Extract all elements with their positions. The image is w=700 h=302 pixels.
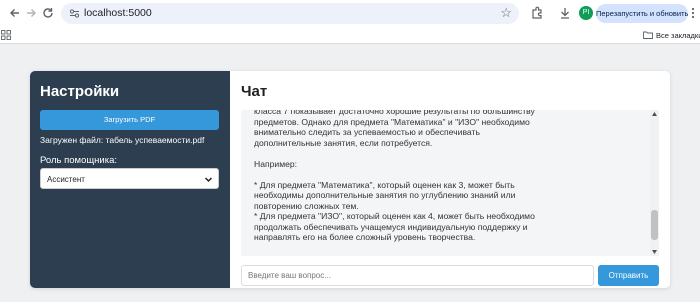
assistant-role-label: Роль помощника: (40, 155, 118, 166)
send-button[interactable]: Отправить (598, 265, 659, 286)
url-text: localhost:5000 (84, 7, 152, 19)
downloads-icon[interactable] (556, 4, 574, 22)
all-bookmarks-label: Все закладки (656, 31, 700, 40)
app-container: Настройки Загрузить PDF Загружен файл: т… (30, 71, 670, 288)
settings-sidebar: Настройки Загрузить PDF Загружен файл: т… (30, 71, 230, 288)
site-info-icon[interactable] (69, 8, 80, 19)
message-paragraph: * Для предмета "Математика", который оце… (254, 179, 516, 211)
chat-panel: Чат класса 7 показывает достаточно хорош… (230, 71, 670, 288)
settings-title: Настройки (40, 83, 120, 100)
folder-icon (643, 31, 653, 39)
message-paragraph: класса 7 показывает достаточно хорошие р… (254, 110, 535, 148)
relaunch-update-button[interactable]: Перезапустить и обновить (596, 4, 688, 23)
chat-messages[interactable]: класса 7 показывает достаточно хорошие р… (241, 110, 659, 256)
messages-scrollbar[interactable] (650, 110, 659, 256)
upload-pdf-button[interactable]: Загрузить PDF (40, 110, 219, 130)
apps-grid-icon[interactable] (1, 30, 11, 40)
bookmarks-bar: Все закладки (0, 27, 700, 44)
menu-dots-icon[interactable] (690, 5, 696, 21)
scroll-up-icon[interactable] (652, 112, 657, 116)
extensions-icon[interactable] (528, 4, 546, 22)
assistant-role-value: Ассистент (47, 175, 85, 184)
chevron-down-icon (204, 177, 213, 183)
chat-title: Чат (241, 83, 268, 100)
forward-icon[interactable] (22, 4, 40, 22)
question-input[interactable] (241, 265, 594, 286)
assistant-message: класса 7 показывает достаточно хорошие р… (254, 110, 536, 243)
assistant-role-select[interactable]: Ассистент (40, 168, 219, 189)
browser-toolbar: localhost:5000 ☆ PI Перезапустить и обно… (0, 0, 700, 27)
reload-icon[interactable] (39, 4, 57, 22)
address-bar[interactable]: localhost:5000 ☆ (61, 3, 519, 24)
message-paragraph: * Для предмета "ИЗО", который оценен как… (254, 211, 535, 242)
bookmark-star-icon[interactable]: ☆ (500, 5, 512, 21)
scrollbar-thumb[interactable] (651, 210, 658, 240)
uploaded-file-status: Загружен файл: табель успеваемости.pdf (40, 135, 205, 145)
profile-avatar[interactable]: PI (579, 6, 593, 20)
scroll-down-icon[interactable] (652, 250, 657, 254)
message-paragraph: Например: (254, 158, 298, 169)
